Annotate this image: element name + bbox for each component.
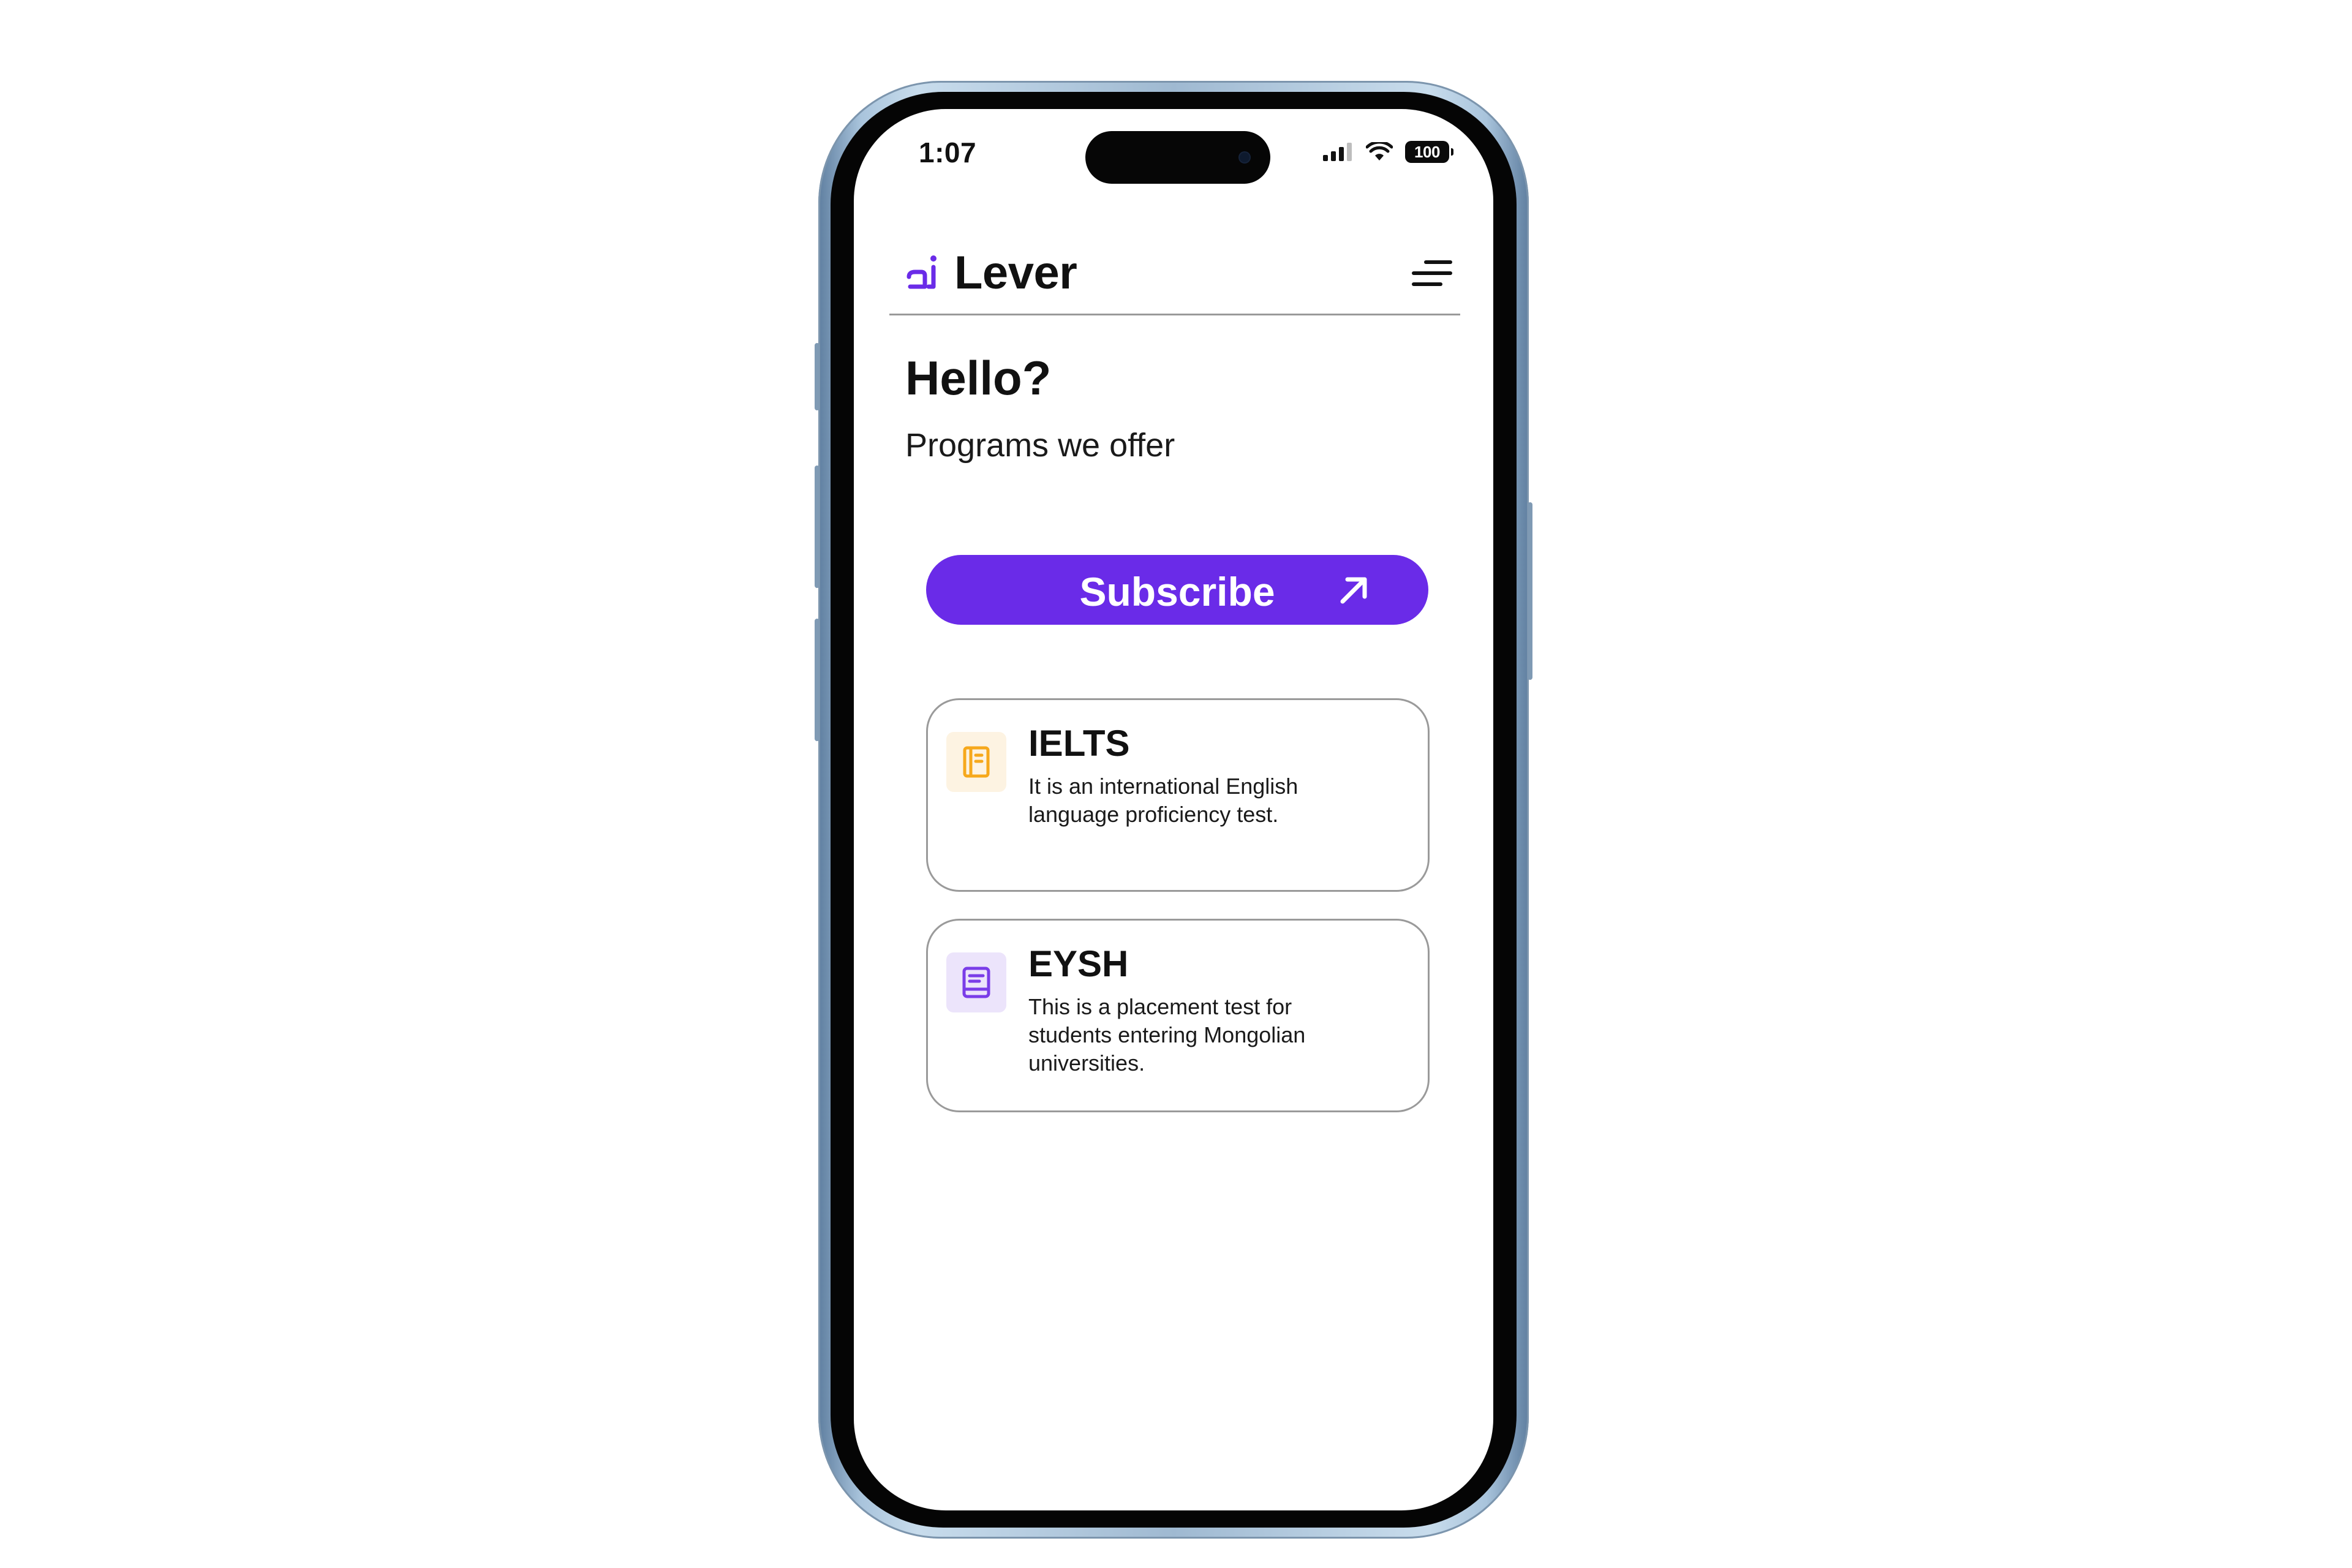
volume-down-button	[815, 619, 820, 741]
app-header: Lever	[889, 236, 1460, 315]
status-time: 1:07	[919, 137, 977, 168]
program-title: EYSH	[1028, 943, 1129, 984]
cellular-signal-icon	[1323, 143, 1352, 161]
program-description: This is a placement test for students en…	[1028, 994, 1306, 1076]
book-icon	[962, 967, 990, 998]
wifi-icon	[1366, 142, 1393, 160]
page-subtitle: Programs we offer	[905, 427, 1175, 464]
action-button	[815, 343, 820, 410]
arrow-up-right-icon	[1340, 577, 1367, 604]
status-icons: 100	[1323, 141, 1453, 163]
page-title: Hello?	[905, 351, 1052, 405]
program-icon-box	[946, 952, 1006, 1012]
battery-icon: 100	[1405, 141, 1453, 163]
program-title: IELTS	[1028, 723, 1130, 764]
dynamic-island	[1085, 131, 1270, 184]
app-logo-text[interactable]: Lever	[954, 246, 1077, 300]
hamburger-menu-icon[interactable]	[1410, 255, 1454, 292]
phone-screen: 1:07 100 Lever Hello? Programs we offer …	[854, 109, 1493, 1510]
program-card-ielts[interactable]: IELTS It is an international English lan…	[926, 698, 1430, 892]
volume-up-button	[815, 466, 820, 588]
front-camera	[1240, 153, 1250, 162]
power-button	[1528, 502, 1532, 680]
battery-level: 100	[1414, 142, 1440, 161]
notebook-icon	[963, 746, 990, 778]
lever-logo-icon[interactable]	[905, 252, 946, 293]
subscribe-button[interactable]: Subscribe	[926, 555, 1428, 625]
program-icon-box	[946, 732, 1006, 792]
program-card-eysh[interactable]: EYSH This is a placement test for studen…	[926, 919, 1430, 1112]
program-description: It is an international English language …	[1028, 774, 1298, 827]
